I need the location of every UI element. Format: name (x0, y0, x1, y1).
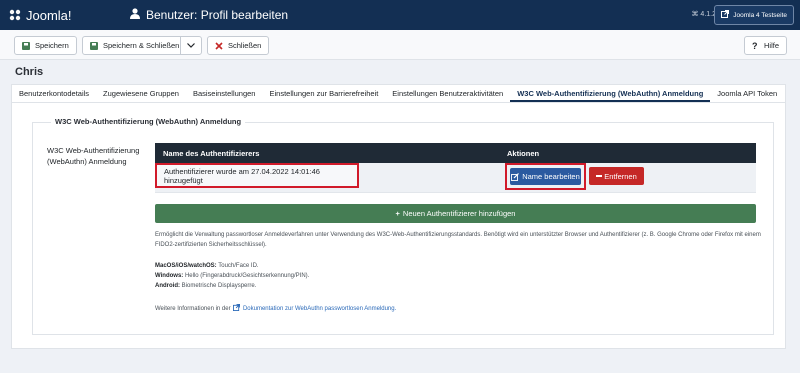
add-authenticator-label: Neuen Authentifizierer hinzufügen (402, 209, 516, 218)
plus-icon: + (395, 209, 400, 218)
brand-name: Joomla! (26, 7, 72, 23)
close-button[interactable]: Schließen (207, 36, 270, 55)
documentation-link[interactable]: Dokumentation zur WebAuthn passwortlosen… (243, 306, 396, 312)
description-text: Ermöglicht die Verwaltung passwortloser … (155, 232, 761, 248)
tab-accessibility[interactable]: Einstellungen zur Barrierefreiheit (262, 85, 385, 102)
app-header: Joomla! Benutzer: Profil bearbeiten ⌘ 4.… (0, 0, 800, 30)
edit-name-label: Name bearbeiten (522, 172, 580, 181)
table-header: Name des Authentifizierers Aktionen (155, 143, 756, 163)
authenticators-table: Name des Authentifizierers Aktionen Auth… (155, 143, 756, 193)
fieldset-legend: W3C Web-Authentifizierung (WebAuthn) Anm… (51, 117, 246, 126)
save-dropdown-toggle[interactable] (180, 36, 202, 55)
page-header-title: Benutzer: Profil bearbeiten (130, 8, 288, 22)
tab-webauthn[interactable]: W3C Web-Authentifizierung (WebAuthn) Anm… (510, 85, 711, 102)
edit-name-button[interactable]: Name bearbeiten (510, 168, 581, 185)
site-link-button[interactable]: Joomla 4 Testseite (714, 5, 794, 25)
platform-name: Windows: (155, 273, 184, 279)
joomla-logo[interactable]: Joomla! (0, 0, 118, 30)
table-row: Authentifizierer wurde am 27.04.2022 14:… (155, 163, 756, 193)
platform-line: MacOS/iOS/watchOS: Touch/Face ID. (155, 261, 765, 271)
joomla-logo-icon (9, 9, 21, 21)
close-icon (215, 41, 223, 50)
tab-bar: Benutzerkontodetails Zugewiesene Gruppen… (12, 85, 785, 103)
external-link-icon (233, 304, 241, 315)
tab-basic-settings[interactable]: Basiseinstellungen (186, 85, 263, 102)
minus-icon (596, 175, 603, 177)
save-icon (90, 41, 98, 50)
platform-name: MacOS/iOS/watchOS: (155, 263, 217, 269)
save-label: Speichern (35, 41, 69, 50)
webauthn-fieldset: W3C Web-Authentifizierung (WebAuthn) Anm… (32, 117, 774, 335)
tab-user-actions[interactable]: Einstellungen Benutzeraktivitäten (385, 85, 510, 102)
toolbar: Speichern Speichern & Schließen Schließe… (0, 30, 800, 60)
remove-button[interactable]: Entfernen (589, 167, 644, 185)
more-info-line: Weitere Informationen in der Dokumentati… (155, 304, 765, 315)
save-button[interactable]: Speichern (14, 36, 77, 55)
tab-account-details[interactable]: Benutzerkontodetails (12, 85, 96, 102)
platform-value: Biometrische Displaysperre. (181, 283, 257, 289)
page-title: Chris (15, 66, 44, 78)
platform-name: Android: (155, 283, 180, 289)
tab-api-token[interactable]: Joomla API Token (710, 85, 784, 102)
user-icon (130, 8, 140, 22)
help-label: Hilfe (764, 41, 780, 50)
tab-assigned-groups[interactable]: Zugewiesene Gruppen (96, 85, 186, 102)
external-link-icon (721, 10, 730, 20)
column-name-header: Name des Authentifizierers (163, 148, 260, 158)
authenticator-name: Authentifizierer wurde am 27.04.2022 14:… (155, 163, 359, 188)
remove-label: Entfernen (604, 171, 637, 181)
help-icon: ? (752, 41, 759, 50)
add-authenticator-button[interactable]: + Neuen Authentifizierer hinzufügen (155, 204, 756, 223)
platform-value: Hello (Fingerabdruck/Gesichtserkennung/P… (184, 273, 310, 279)
site-button-label: Joomla 4 Testseite (733, 11, 787, 19)
close-label: Schließen (228, 41, 262, 50)
save-close-button[interactable]: Speichern & Schließen (82, 36, 188, 55)
platform-value: Touch/Face ID. (218, 263, 259, 269)
save-close-label: Speichern & Schließen (103, 41, 180, 50)
header-title-text: Benutzer: Profil bearbeiten (146, 8, 289, 22)
svg-text:?: ? (752, 41, 758, 50)
column-actions-header: Aktionen (507, 148, 540, 158)
save-icon (22, 41, 30, 50)
help-button[interactable]: ? Hilfe (744, 36, 788, 55)
edit-highlight: Name bearbeiten (505, 163, 586, 190)
profile-card: Benutzerkontodetails Zugewiesene Gruppen… (11, 84, 786, 349)
chevron-down-icon (187, 41, 195, 50)
version-label: ⌘ 4.1.2 (691, 11, 716, 18)
platform-line: Windows: Hello (Fingerabdruck/Gesichtser… (155, 271, 765, 281)
edit-icon (511, 172, 520, 181)
field-label: W3C Web-Authentifizierung (WebAuthn) Anm… (47, 146, 140, 166)
platform-line: Android: Biometrische Displaysperre. (155, 281, 765, 291)
more-info-prefix: Weitere Informationen in der (155, 306, 231, 312)
